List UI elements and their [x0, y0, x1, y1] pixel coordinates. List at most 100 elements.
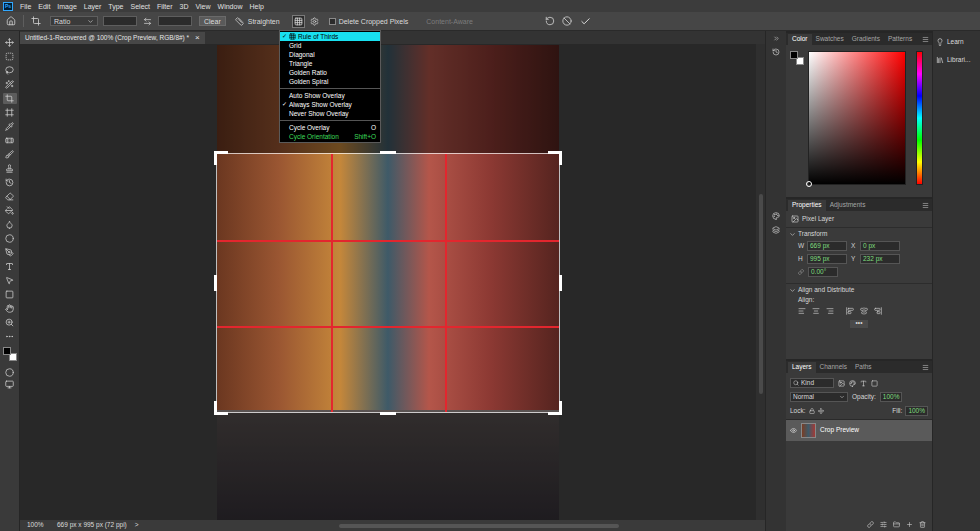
horizontal-scrollbar[interactable] — [339, 524, 619, 528]
crop-box[interactable] — [216, 153, 560, 413]
group-icon[interactable] — [893, 521, 900, 528]
overlay-menu-item[interactable]: Cycle OrientationShift+O — [280, 132, 380, 141]
layer-filter[interactable]: Kind — [790, 378, 834, 388]
align-center-icon[interactable] — [812, 307, 820, 315]
overlay-menu-item[interactable]: Diagonal — [280, 50, 380, 59]
angle-input[interactable]: 0.00° — [808, 267, 838, 277]
x-input[interactable]: 0 px — [860, 241, 900, 251]
fill-input[interactable]: 100% — [905, 406, 928, 416]
panel-menu-icon[interactable] — [922, 36, 929, 43]
status-arrow[interactable]: > — [135, 522, 139, 529]
overlay-menu-item[interactable]: Golden Spiral — [280, 77, 380, 86]
tool-button[interactable] — [3, 331, 17, 342]
crop-handle[interactable] — [380, 412, 396, 415]
height-input[interactable]: 995 px — [807, 254, 847, 264]
tool-button[interactable] — [3, 191, 17, 202]
tool-button[interactable] — [3, 177, 17, 188]
layer-row[interactable]: Crop Preview — [786, 420, 932, 441]
menu-item[interactable]: Edit — [38, 3, 50, 10]
width-input[interactable]: 669 px — [807, 241, 847, 251]
tool-button[interactable] — [3, 51, 17, 62]
overlay-menu-item[interactable]: Golden Ratio — [280, 68, 380, 77]
quick-mask-icon[interactable] — [5, 368, 14, 377]
panel-menu-icon[interactable] — [922, 202, 929, 209]
menu-item[interactable]: File — [20, 3, 31, 10]
tool-button[interactable] — [3, 205, 17, 216]
panel-tab[interactable]: Color — [788, 34, 812, 45]
tool-button[interactable] — [3, 219, 17, 230]
tool-button[interactable] — [3, 37, 17, 48]
side-panel-button[interactable]: Learn — [933, 35, 980, 49]
panel-tab[interactable]: Properties — [788, 200, 826, 211]
overlay-menu-item[interactable]: Auto Show Overlay — [280, 91, 380, 100]
gear-icon[interactable] — [310, 17, 319, 26]
crop-tool-icon[interactable] — [31, 16, 41, 26]
layers-icon[interactable] — [772, 226, 780, 234]
tool-button[interactable] — [3, 65, 17, 76]
home-icon[interactable] — [6, 16, 16, 26]
tool-button[interactable] — [3, 107, 17, 118]
panel-tab[interactable]: Gradients — [848, 34, 884, 45]
transform-header[interactable]: Transform — [786, 228, 932, 241]
collapse-icon[interactable] — [773, 35, 780, 42]
side-panel-button[interactable]: Librari... — [933, 53, 980, 67]
tool-button[interactable] — [3, 233, 17, 244]
new-layer-icon[interactable] — [906, 521, 913, 528]
straighten-icon[interactable] — [235, 17, 244, 26]
vertical-scrollbar[interactable] — [756, 44, 765, 520]
align-left-icon[interactable] — [798, 307, 806, 315]
tool-button[interactable] — [3, 149, 17, 160]
tool-button[interactable] — [3, 261, 17, 272]
tool-button[interactable] — [3, 79, 17, 90]
tool-button[interactable] — [3, 93, 17, 104]
align-bottom-icon[interactable] — [874, 307, 882, 315]
menu-item[interactable]: Image — [57, 3, 76, 10]
overlay-menu-item[interactable]: ✓Rule of Thirds — [280, 32, 380, 41]
width-field[interactable] — [103, 16, 137, 26]
adjustment-icon[interactable] — [880, 521, 887, 528]
overlay-menu-item[interactable]: Never Show Overlay — [280, 109, 380, 118]
panel-tab[interactable]: Swatches — [812, 34, 848, 45]
cancel-icon[interactable] — [562, 16, 572, 26]
menu-item[interactable]: Window — [218, 3, 243, 10]
filter-pixel-icon[interactable] — [838, 380, 845, 387]
panel-tab[interactable]: Paths — [851, 362, 876, 373]
align-header[interactable]: Align and Distribute — [786, 284, 932, 297]
more-button[interactable]: ••• — [850, 320, 869, 328]
opacity-input[interactable]: 100% — [880, 392, 903, 402]
ratio-dropdown[interactable]: Ratio — [50, 16, 98, 26]
height-field[interactable] — [158, 16, 192, 26]
eye-icon[interactable] — [790, 427, 797, 434]
document-tab[interactable]: Untitled-1-Recovered @ 100% (Crop Previe… — [20, 32, 205, 44]
menu-item[interactable]: Help — [249, 3, 263, 10]
reset-icon[interactable] — [545, 16, 555, 26]
screen-mode-icon[interactable] — [5, 380, 14, 389]
menu-item[interactable]: Filter — [157, 3, 173, 10]
overlay-menu-item[interactable]: Triangle — [280, 59, 380, 68]
menu-item[interactable]: Select — [131, 3, 150, 10]
panel-tab[interactable]: Patterns — [884, 34, 916, 45]
filter-adjust-icon[interactable] — [849, 380, 856, 387]
tool-button[interactable] — [3, 135, 17, 146]
tool-button[interactable] — [3, 303, 17, 314]
tool-button[interactable] — [3, 121, 17, 132]
tool-button[interactable] — [3, 247, 17, 258]
crop-handle[interactable] — [559, 275, 562, 291]
overlay-menu-item[interactable]: Grid — [280, 41, 380, 50]
commit-icon[interactable] — [580, 16, 591, 27]
trash-icon[interactable] — [919, 521, 926, 528]
align-top-icon[interactable] — [846, 307, 854, 315]
overlay-button[interactable] — [292, 15, 305, 28]
color-swatches[interactable] — [790, 51, 804, 65]
close-tab-button[interactable]: × — [195, 34, 200, 42]
menu-item[interactable]: Layer — [84, 3, 102, 10]
overlay-menu-item[interactable]: ✓Always Show Overlay — [280, 100, 380, 109]
swap-icon[interactable] — [143, 17, 152, 26]
history-icon[interactable] — [772, 48, 780, 56]
tool-button[interactable] — [3, 163, 17, 174]
hue-slider[interactable] — [916, 51, 923, 185]
color-field[interactable] — [808, 51, 906, 185]
crop-handle[interactable] — [214, 401, 228, 415]
link-layers-icon[interactable] — [867, 521, 874, 528]
crop-canvas[interactable] — [217, 45, 559, 520]
